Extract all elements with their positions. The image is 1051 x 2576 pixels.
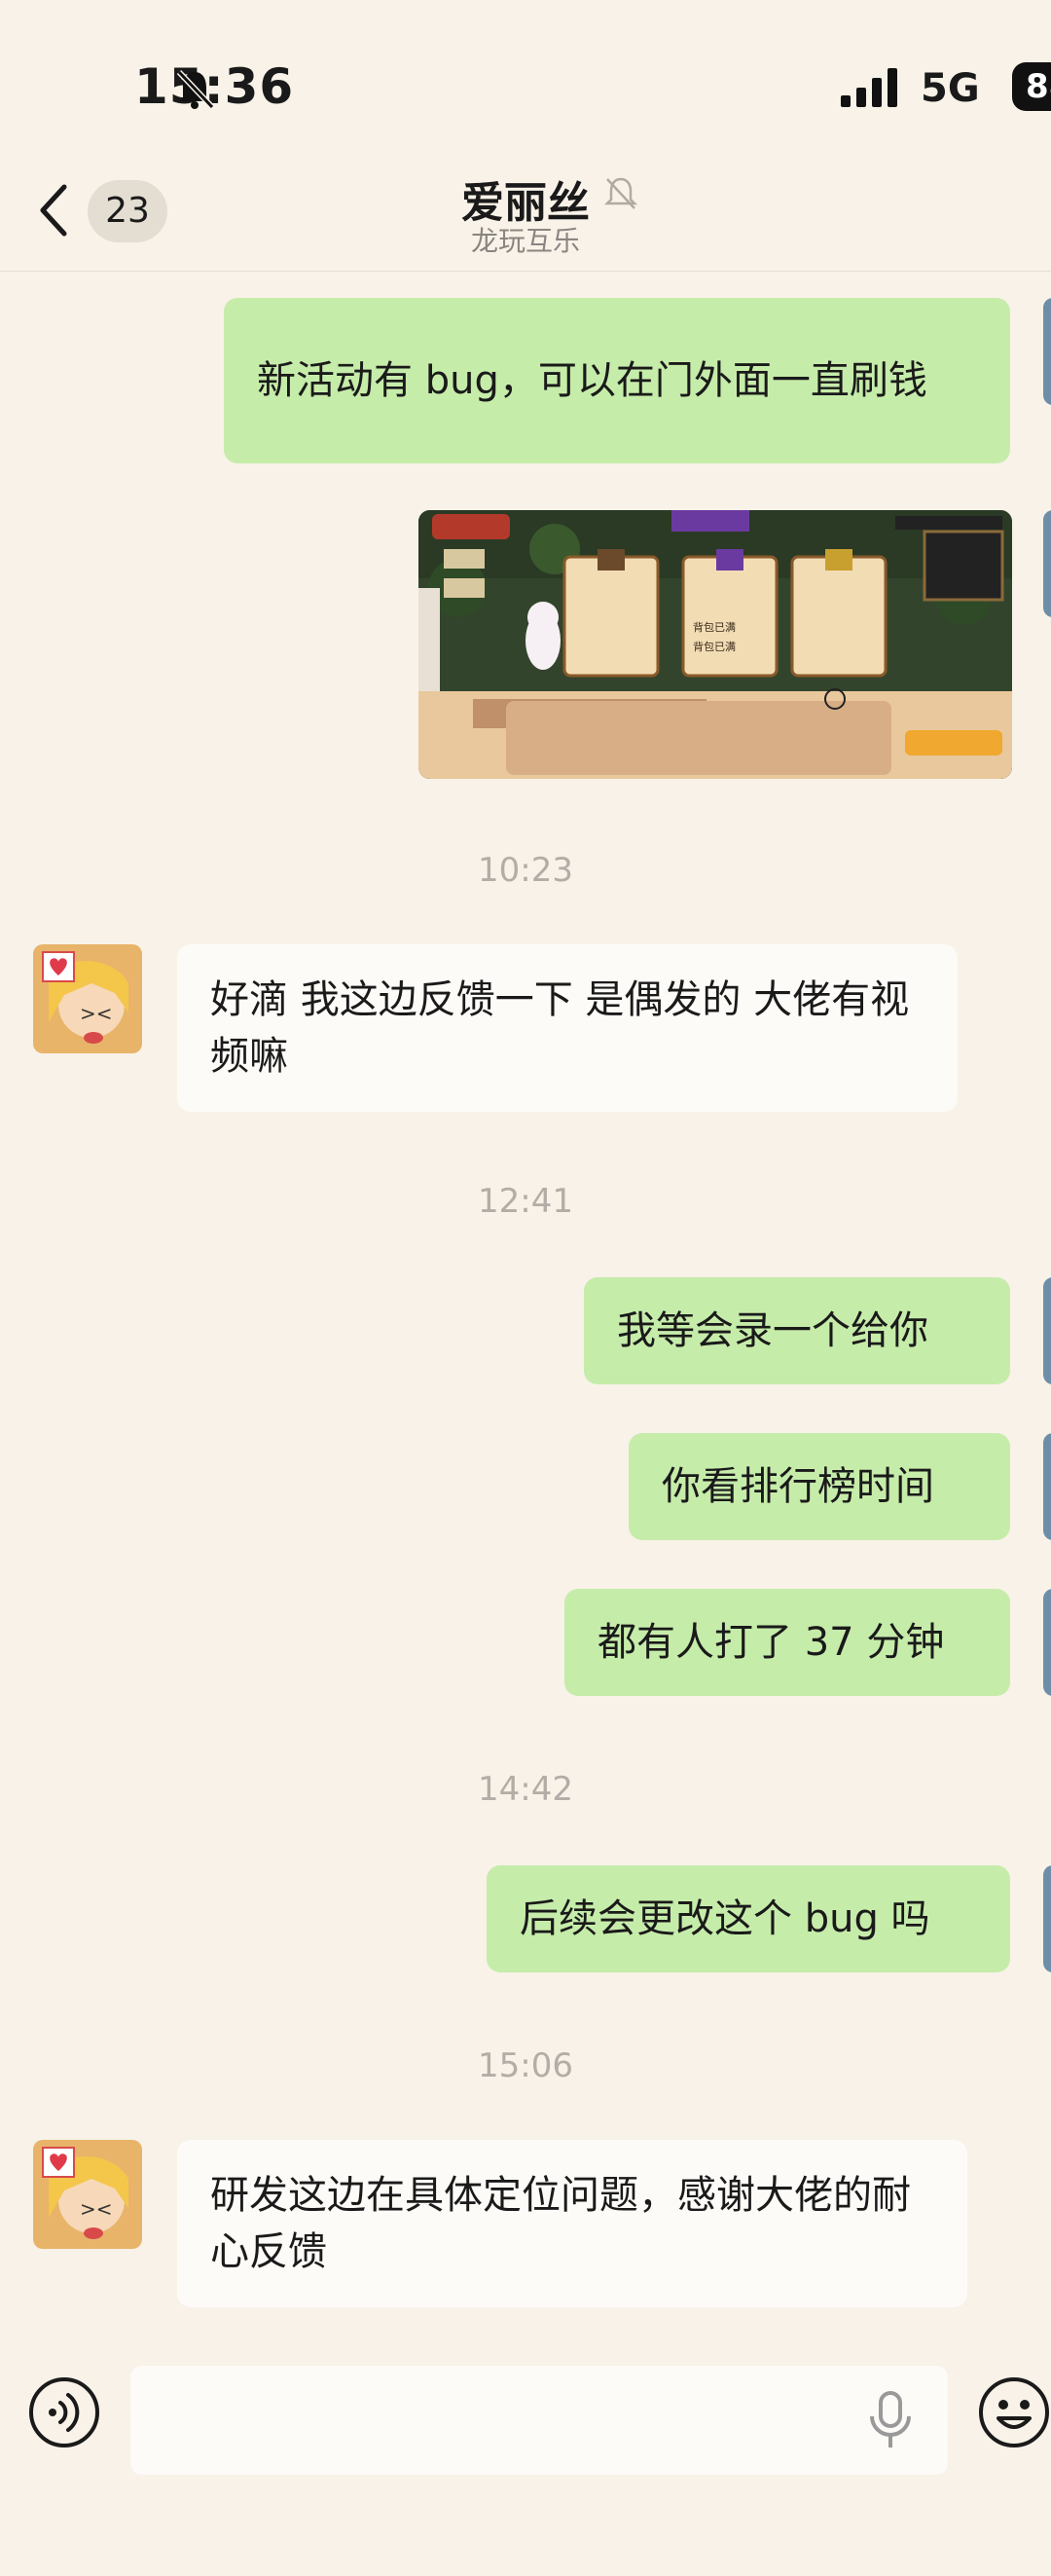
- status-time: 15:36: [134, 58, 295, 115]
- chat-subtitle: 龙玩互乐: [470, 225, 580, 257]
- svg-text:><: ><: [80, 1002, 113, 1025]
- game-screenshot-art: 背包已满 背包已满: [418, 510, 1012, 779]
- my-avatar[interactable]: [1043, 1433, 1051, 1540]
- timestamp: 10:23: [478, 851, 573, 890]
- svg-text:><: ><: [80, 2197, 113, 2221]
- card-status-text-1: 背包已满: [693, 620, 736, 634]
- message-text: 都有人打了 37 分钟: [598, 1620, 945, 1665]
- game-screenshot-image[interactable]: 背包已满 背包已满: [418, 510, 1012, 779]
- message-bubble-sent[interactable]: 你看排行榜时间: [629, 1433, 1010, 1540]
- my-avatar[interactable]: [1043, 1277, 1051, 1384]
- message-bubble-sent[interactable]: 我等会录一个给你: [584, 1277, 1010, 1384]
- message-text: 后续会更改这个 bug 吗: [520, 1896, 930, 1941]
- message-text: 新活动有 bug，可以在门外面一直刷钱: [257, 358, 927, 403]
- timestamp: 15:06: [478, 2046, 573, 2085]
- contact-avatar[interactable]: ><: [33, 2140, 142, 2249]
- battery-indicator: 88: [1012, 62, 1051, 111]
- my-avatar[interactable]: [1043, 298, 1051, 405]
- message-text: 好滴 我这边反馈一下 是偶发的 大佬有视频嘛: [210, 977, 910, 1079]
- message-bubble-sent[interactable]: 后续会更改这个 bug 吗: [487, 1865, 1010, 1972]
- voice-mode-icon[interactable]: [27, 2375, 101, 2449]
- message-bubble-sent[interactable]: 新活动有 bug，可以在门外面一直刷钱: [224, 298, 1010, 463]
- message-text: 你看排行榜时间: [662, 1464, 934, 1509]
- my-avatar[interactable]: [1043, 1865, 1051, 1972]
- emoji-icon[interactable]: [977, 2375, 1051, 2449]
- microphone-icon[interactable]: [866, 2389, 915, 2451]
- message-bubble-received[interactable]: 好滴 我这边反馈一下 是偶发的 大佬有视频嘛: [177, 944, 958, 1112]
- mute-bell-icon: [603, 177, 638, 209]
- bell-mute-icon: [176, 69, 214, 110]
- my-avatar[interactable]: [1043, 1589, 1051, 1696]
- card-status-text-2: 背包已满: [693, 640, 736, 653]
- my-avatar[interactable]: [1043, 510, 1051, 617]
- message-text: 我等会录一个给你: [617, 1308, 928, 1353]
- message-bubble-received[interactable]: 研发这边在具体定位问题，感谢大佬的耐心反馈: [177, 2140, 967, 2307]
- network-type: 5G: [921, 66, 980, 111]
- message-bubble-sent[interactable]: 都有人打了 37 分钟: [564, 1589, 1010, 1696]
- timestamp: 12:41: [478, 1182, 573, 1221]
- message-text: 研发这边在具体定位问题，感谢大佬的耐心反馈: [210, 2173, 911, 2274]
- contact-avatar[interactable]: ><: [33, 944, 142, 1053]
- signal-icon: [841, 68, 897, 107]
- timestamp: 14:42: [478, 1770, 573, 1809]
- message-input[interactable]: [130, 2366, 948, 2475]
